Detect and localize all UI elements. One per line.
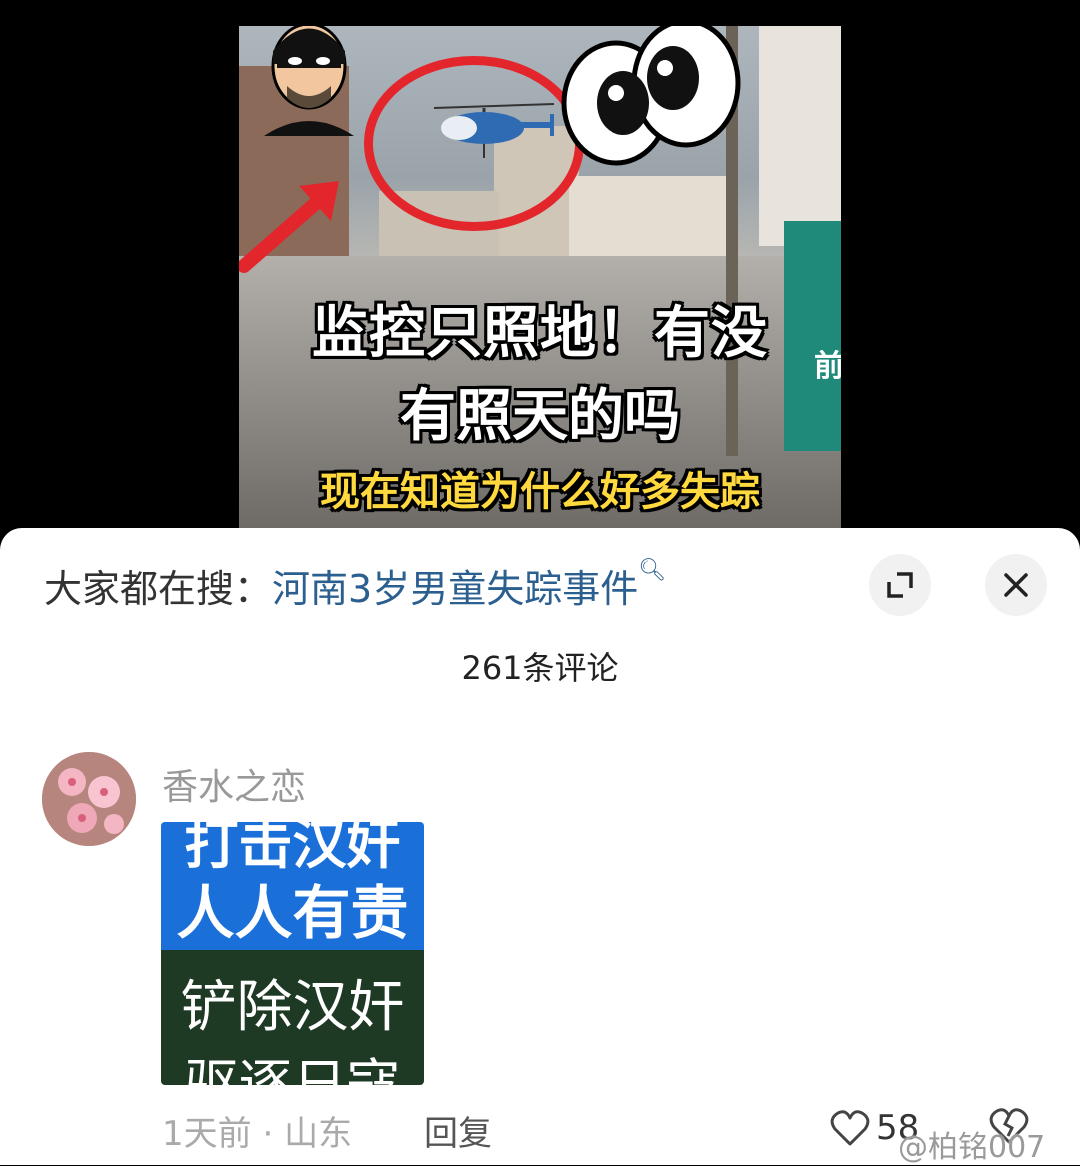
search-icon: 🔍︎	[638, 558, 667, 583]
sticker-text: 驱逐日寇	[184, 1053, 401, 1085]
comment-meta: 1天前 · 山东	[162, 1106, 352, 1155]
building	[759, 26, 841, 246]
sticker-text: 铲除汉奸	[180, 975, 405, 1040]
comment-sticker-image[interactable]: 打击汉奸 人人有责 铲除汉奸 驱逐日寇	[161, 822, 424, 1085]
expand-button[interactable]	[869, 554, 931, 616]
video-headline-line2: 有照天的吗	[400, 384, 680, 449]
close-button[interactable]	[985, 554, 1047, 616]
heart-icon	[830, 1110, 870, 1146]
video-player[interactable]: 前 监控只照地！有没 有照天的吗 现在知道为什么好多失踪	[239, 26, 841, 530]
video-subtitle: 现在知道为什么好多失踪	[320, 469, 760, 515]
highlight-circle	[364, 56, 584, 231]
trending-search-prefix: 大家都在搜：	[44, 567, 273, 611]
trending-search-query[interactable]: 河南3岁男童失踪事件	[272, 567, 638, 611]
flower-avatar-icon	[42, 752, 136, 846]
sticker-text: 人人有责	[176, 879, 409, 947]
comment-location: 山东	[284, 1114, 353, 1154]
meta-separator: ·	[251, 1114, 285, 1154]
comment-time: 1天前	[162, 1114, 252, 1154]
trending-search[interactable]: 大家都在搜：河南3岁男童失踪事件🔍︎	[44, 558, 666, 613]
watermark: @柏铭007	[898, 1130, 1046, 1165]
comment-username[interactable]: 香水之恋	[162, 758, 306, 810]
thief-cartoon-icon	[264, 26, 354, 136]
avatar[interactable]	[42, 752, 136, 846]
comment-count: 261条评论	[461, 649, 619, 687]
cartoon-eyes-icon	[561, 26, 741, 166]
reply-button[interactable]: 回复	[424, 1106, 492, 1155]
red-arrow-icon	[239, 181, 339, 273]
expand-icon	[887, 572, 913, 598]
comment-sheet: 大家都在搜：河南3岁男童失踪事件🔍︎ 261条评论 香水之恋 打击汉奸 人人有责	[0, 528, 1080, 1165]
video-headline-line1: 监控只照地！有没	[312, 301, 768, 366]
close-icon	[1004, 573, 1028, 597]
